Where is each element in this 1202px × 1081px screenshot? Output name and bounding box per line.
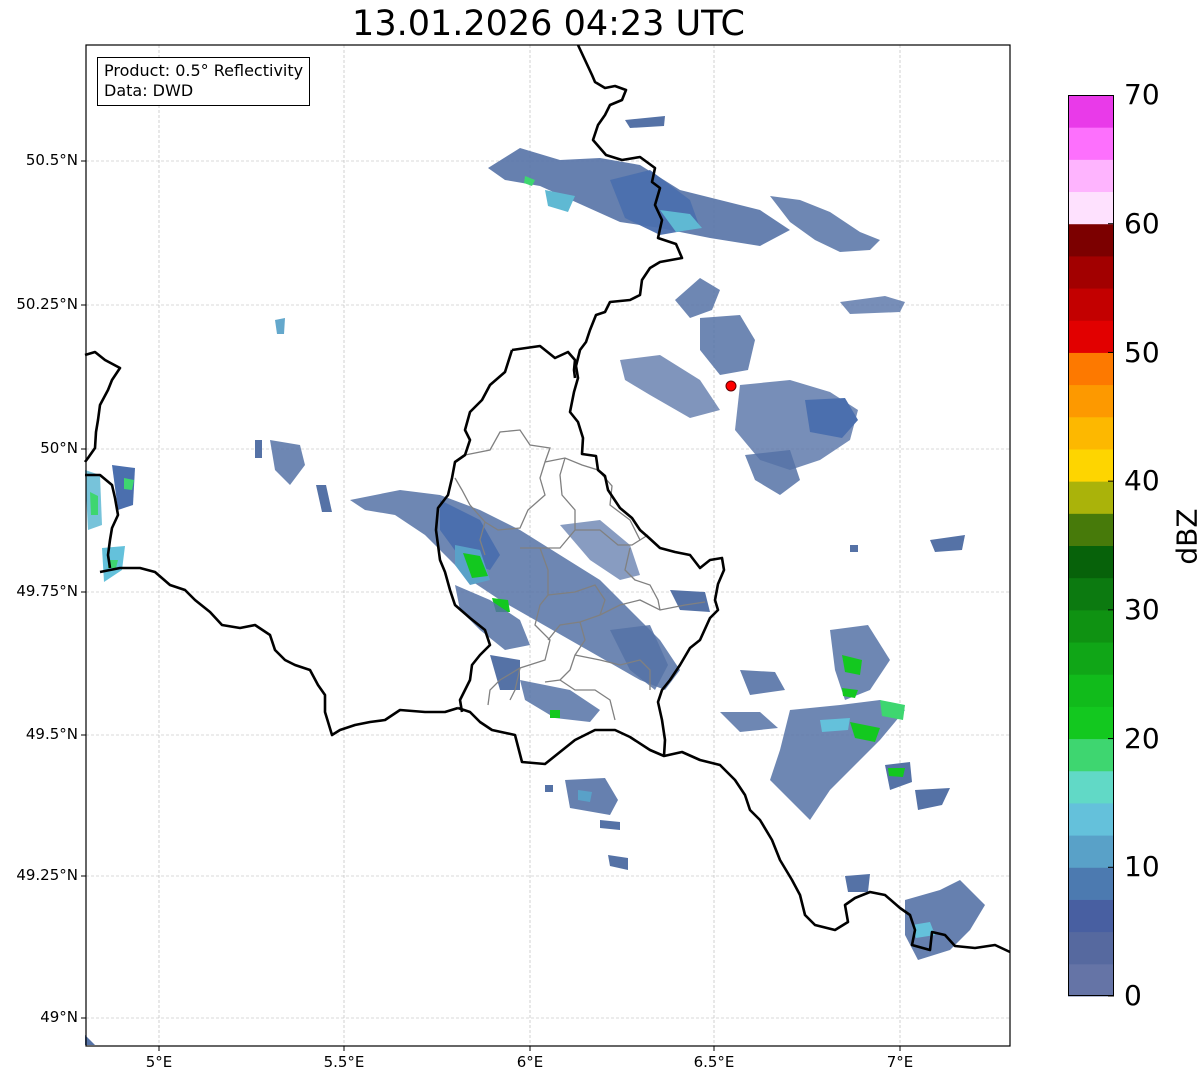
border-be-north [83, 350, 122, 463]
colorbar-band [1068, 931, 1114, 965]
colorbar-band [1068, 674, 1114, 707]
echo-cluster [675, 278, 720, 318]
colorbar-tick-label: 30 [1124, 593, 1160, 626]
echo-cluster [565, 778, 618, 815]
colorbar-band [1068, 448, 1114, 482]
echo-cluster [600, 820, 620, 830]
echo-cluster [550, 710, 560, 718]
echo-cluster [545, 785, 553, 792]
radar-site-marker[interactable] [725, 380, 737, 392]
echo-cluster [820, 718, 850, 732]
border-be-lu-fr [511, 344, 577, 379]
radar-echoes [85, 116, 985, 1045]
echo-cluster [845, 874, 870, 892]
echo-cluster [840, 296, 905, 314]
colorbar-band [1068, 513, 1114, 546]
echo-cluster [608, 855, 628, 870]
lat-label: 49.75°N [16, 582, 78, 600]
colorbar-band [1068, 577, 1114, 611]
echo-cluster [700, 315, 755, 375]
colorbar-tick-label: 40 [1124, 464, 1160, 497]
echo-cluster [625, 116, 665, 128]
echo-cluster [620, 355, 720, 418]
echo-cluster [270, 440, 305, 485]
colorbar-band [1068, 481, 1114, 514]
border-fr-be [99, 566, 459, 737]
colorbar-band [1068, 288, 1114, 321]
lon-label: 5°E [145, 1053, 173, 1071]
echo-cluster [720, 712, 778, 732]
echo-cluster [915, 788, 950, 810]
colorbar-band [1068, 609, 1114, 643]
info-box: Product: 0.5° Reflectivity Data: DWD [97, 57, 311, 106]
colorbar-band [1068, 835, 1114, 868]
echo-cluster [316, 485, 332, 512]
colorbar-tick-label: 0 [1124, 979, 1142, 1012]
product-label: Product: 0.5° Reflectivity [104, 61, 304, 80]
colorbar-band [1068, 255, 1114, 289]
colorbar-band [1068, 416, 1114, 450]
echo-cluster [670, 590, 710, 612]
colorbar-band [1068, 642, 1114, 675]
colorbar-band [1068, 867, 1114, 900]
colorbar [1068, 95, 1114, 997]
radar-map[interactable] [0, 0, 1202, 1081]
lat-label: 49.25°N [16, 866, 78, 884]
colorbar-band [1068, 191, 1114, 225]
colorbar-band [1068, 320, 1114, 353]
canton-border [520, 457, 576, 549]
data-source-label: Data: DWD [104, 81, 194, 100]
lat-label: 50.25°N [16, 295, 78, 313]
colorbar-band [1068, 770, 1114, 804]
lon-label: 6.5°E [693, 1053, 735, 1071]
lat-label: 49.5°N [25, 725, 78, 743]
colorbar-tick-label: 70 [1124, 78, 1160, 111]
colorbar-band [1068, 95, 1114, 128]
colorbar-band [1068, 127, 1114, 160]
lat-label: 50°N [40, 439, 78, 457]
echo-cluster [770, 700, 905, 820]
lat-label: 49°N [40, 1008, 78, 1026]
colorbar-band [1068, 899, 1114, 933]
colorbar-tick-label: 60 [1124, 207, 1160, 240]
echo-cluster [930, 535, 965, 552]
echo-cluster [745, 450, 800, 495]
lat-label: 50.5°N [25, 151, 78, 169]
colorbar-bands [1068, 95, 1114, 997]
colorbar-band [1068, 738, 1114, 772]
lon-label: 6°E [516, 1053, 544, 1071]
colorbar-tick-label: 20 [1124, 722, 1160, 755]
colorbar-band [1068, 384, 1114, 418]
echo-cluster [578, 790, 592, 802]
colorbar-tick-label: 10 [1124, 850, 1160, 883]
colorbar-band [1068, 223, 1114, 257]
echo-cluster [90, 492, 98, 515]
colorbar-band [1068, 545, 1114, 579]
echo-cluster [888, 768, 905, 777]
colorbar-band [1068, 963, 1114, 997]
lon-label: 7°E [886, 1053, 914, 1071]
colorbar-band [1068, 706, 1114, 740]
echo-cluster [740, 670, 785, 695]
colorbar-tick-label: 50 [1124, 336, 1160, 369]
colorbar-band [1068, 159, 1114, 193]
echo-cluster [275, 318, 285, 334]
colorbar-unit-label: dBZ [1170, 508, 1202, 565]
colorbar-band [1068, 802, 1114, 836]
echo-cluster [770, 196, 880, 252]
lon-label: 5.5°E [323, 1053, 365, 1071]
echo-cluster [255, 440, 262, 458]
colorbar-band [1068, 352, 1114, 386]
echo-cluster [850, 545, 858, 552]
